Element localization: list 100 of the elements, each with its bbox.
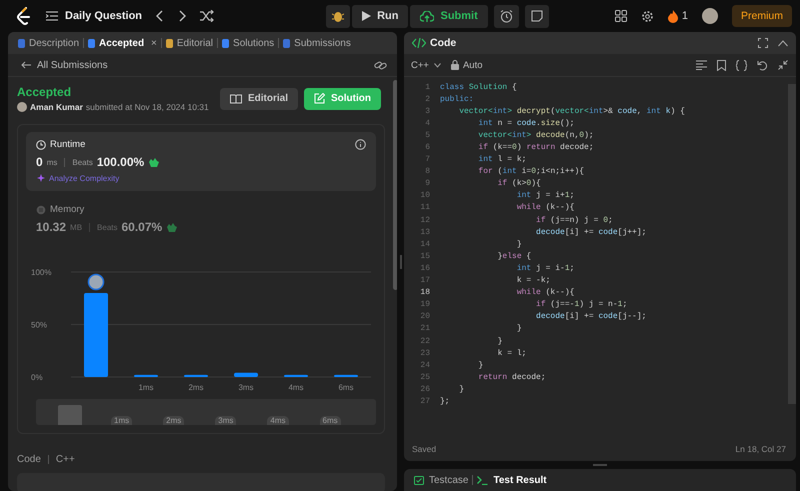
section-label: Code <box>17 454 41 465</box>
axis-tick-label: 50% <box>31 320 48 330</box>
chart-overview[interactable]: 1ms 2ms 3ms 4ms 6ms <box>36 399 376 425</box>
code-line: while (k--){ <box>516 288 574 298</box>
settings-icon[interactable] <box>640 10 654 22</box>
histogram-bar[interactable] <box>284 374 308 377</box>
close-icon[interactable]: × <box>151 38 157 48</box>
chevron-left-icon[interactable] <box>156 10 164 22</box>
panel-tab[interactable]: Solutions <box>218 38 278 48</box>
bug-icon <box>332 9 344 23</box>
line-number: 11 <box>419 203 431 212</box>
code-line: } <box>496 336 502 346</box>
terminal-icon <box>477 476 488 484</box>
back-link[interactable]: All Submissions <box>21 60 108 70</box>
language-dropdown[interactable]: C++ <box>411 60 441 70</box>
grid-icon[interactable] <box>614 10 627 22</box>
panel-tab[interactable]: Editorial <box>162 38 218 48</box>
code-line: if (j==n) j = 0; <box>535 216 613 225</box>
list-icon <box>46 11 58 21</box>
code-line: public: <box>440 94 474 104</box>
line-number: 1 <box>424 82 431 92</box>
panel-tab[interactable]: Testcase <box>410 474 472 486</box>
checkbox-icon <box>414 476 424 484</box>
code-line: decode[i] += code[j++]; <box>535 228 646 237</box>
axis-tick-label: 2ms <box>188 383 204 392</box>
arrow-left-icon <box>21 61 31 69</box>
code-line: int j = i+1; <box>516 191 574 200</box>
code-line: } <box>477 360 484 370</box>
histogram-bar[interactable] <box>334 374 358 377</box>
author-name[interactable]: Aman Kumar <box>30 102 83 112</box>
problem-list-link[interactable]: Daily Question <box>46 10 142 22</box>
metric-title: Memory <box>50 204 84 215</box>
code-line: int l = k; <box>477 155 526 164</box>
panel-tab[interactable]: Submissions <box>279 38 355 48</box>
overview-label: 6ms <box>320 416 341 425</box>
shuffle-icon[interactable] <box>200 10 214 22</box>
resize-handle[interactable] <box>593 464 607 466</box>
caret-icon <box>434 62 441 68</box>
metric-value: 0 <box>36 155 43 169</box>
format-icon[interactable] <box>696 60 707 70</box>
link-icon[interactable] <box>374 60 387 70</box>
resize-handle[interactable] <box>400 254 402 268</box>
book-icon <box>230 94 242 104</box>
run-button[interactable]: Run <box>352 4 408 28</box>
metric-unit: MB <box>70 222 82 232</box>
submit-button[interactable]: Submit <box>410 4 488 28</box>
streak-counter[interactable]: 1 <box>668 10 688 22</box>
line-number: 9 <box>424 179 431 188</box>
chevron-up-icon[interactable] <box>778 40 788 46</box>
note-icon <box>530 10 543 22</box>
cloud-upload-icon <box>420 10 434 22</box>
debug-button[interactable] <box>326 4 350 28</box>
chevron-right-icon[interactable] <box>178 10 186 22</box>
line-number: 21 <box>419 324 431 334</box>
line-number: 3 <box>424 106 431 116</box>
fullscreen-icon[interactable] <box>758 38 768 48</box>
notes-button[interactable] <box>524 4 549 28</box>
line-number: 26 <box>419 384 431 394</box>
code-line: } <box>516 240 522 249</box>
premium-button[interactable]: Premium <box>732 5 792 27</box>
bookmark-icon[interactable] <box>717 60 726 70</box>
panel-tab[interactable]: Accepted × <box>84 38 161 48</box>
line-number: 19 <box>419 300 431 310</box>
beats-label: Beats <box>72 158 93 166</box>
overview-label: 3ms <box>215 416 236 425</box>
overview-label: 4ms <box>267 416 288 425</box>
histogram-bar[interactable] <box>234 372 258 377</box>
axis-tick-label: 6ms <box>338 383 354 392</box>
timer-button[interactable] <box>494 4 519 28</box>
auto-mode-indicator[interactable]: Auto <box>450 60 483 70</box>
avatar[interactable] <box>702 8 718 24</box>
panel-title: Code <box>412 37 456 49</box>
code-line: int n = code.size(); <box>477 118 574 128</box>
panel-tab[interactable]: Description <box>14 38 84 48</box>
undo-icon[interactable] <box>757 60 768 70</box>
info-icon[interactable] <box>355 139 366 150</box>
code-line: return decode; <box>477 372 546 382</box>
histogram-bar[interactable] <box>184 374 208 377</box>
line-number: 18 <box>419 288 431 298</box>
panel-tab[interactable]: Test Result <box>473 474 551 486</box>
editorial-button[interactable]: Editorial <box>220 88 298 110</box>
braces-icon[interactable] <box>736 60 747 70</box>
metric-card[interactable]: Memory 10.32 MB Beats 60.07% <box>26 197 376 242</box>
histogram-bar[interactable] <box>134 374 158 377</box>
edit-icon <box>314 93 325 104</box>
beats-percentage: 100.00% <box>96 155 144 169</box>
metric-card[interactable]: Runtime 0 ms Beats 100.00% Analyze Complexity <box>26 132 376 191</box>
avatar-marker <box>88 274 104 290</box>
collapse-icon[interactable] <box>778 60 788 70</box>
code-line: while (k--){ <box>516 203 574 212</box>
line-number: 16 <box>419 264 431 273</box>
axis-tick-label: 4ms <box>288 383 304 392</box>
logo-icon[interactable] <box>16 7 32 25</box>
line-number: 4 <box>424 118 431 128</box>
axis-tick-label: 3ms <box>238 383 254 392</box>
code-line: decode[i] += code[j--]; <box>535 312 646 322</box>
submission-status: Accepted <box>17 85 72 99</box>
alarm-clock-icon <box>500 10 513 22</box>
metric-unit: ms <box>46 158 58 166</box>
code-line: for (int i=0;i<n;i++){ <box>477 167 584 176</box>
